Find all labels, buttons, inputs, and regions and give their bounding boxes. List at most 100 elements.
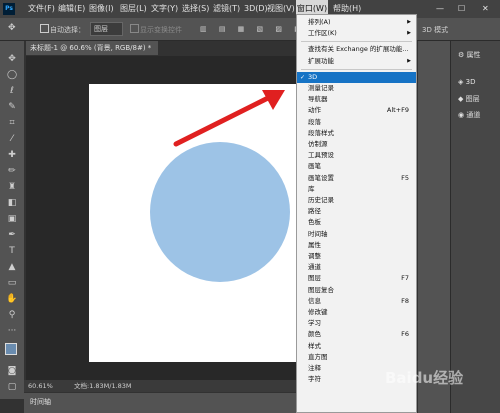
menu-image[interactable]: 图像(I) [89,0,114,18]
window-menu-dropdown: 排列(A) ▶ 工作区(K) ▶ 查找有关 Exchange 的扩展功能... 扩展功能 ▶… [296,14,417,413]
auto-select-dropdown[interactable]: 图层 [90,22,123,36]
menu-type[interactable]: 文字(Y) [151,0,178,18]
menu-separator [301,41,412,43]
window-menu-item[interactable]: 调整 [297,251,416,262]
menu-item-label: 路径 [308,207,321,216]
transform-checkbox[interactable] [130,24,139,33]
window-menu-item[interactable]: 排列(A) ▶ [297,17,416,28]
quick-mask-icon[interactable]: ◙ [6,365,18,377]
type-icon[interactable]: T [6,245,18,257]
submenu-arrow-icon: ▶ [407,30,411,37]
marquee-icon[interactable]: ◯ [6,69,18,81]
menu-view[interactable]: 视图(V) [267,0,295,18]
zoom-icon[interactable]: ⚲ [6,309,18,321]
lasso-icon[interactable]: ℓ [6,85,18,97]
window-menu-item[interactable]: 仿制源 [297,139,416,150]
window-menu-item[interactable]: 工作区(K) ▶ [297,28,416,39]
menu-filter[interactable]: 滤镜(T) [213,0,240,18]
menu-item-label: 时间轴 [308,229,328,238]
more-tools-icon[interactable]: ··· [6,325,18,337]
menu-item-label: 属性 [308,240,321,249]
pen-icon[interactable]: ✒ [6,229,18,241]
document-tab[interactable]: 未标题-1 @ 60.6% (背景, RGB/8#) * [26,41,158,55]
timeline-tab[interactable]: 时间轴 [30,397,51,407]
window-menu-item[interactable]: 学习 [297,318,416,329]
hand-icon[interactable]: ✋ [6,293,18,305]
stamp-icon[interactable]: ♜ [6,181,18,193]
window-menu-item[interactable]: 动作 Alt+F9 [297,105,416,116]
window-menu-item[interactable]: 属性 [297,240,416,251]
properties-panel-button[interactable]: ⚙ 属性 [458,50,481,60]
screen-mode-icon[interactable]: ▢ [6,381,18,393]
menu-item-label: 导航器 [308,95,328,104]
menu-item-label: 图层 [308,274,321,283]
window-menu-item[interactable]: 扩展功能 ▶ [297,56,416,67]
channels-label: 通道 [466,111,481,119]
menu-item-label: 画笔 [308,162,321,171]
menu-item-label: 直方图 [308,352,328,361]
window-menu-item[interactable]: 样式 [297,341,416,352]
channels-panel-button[interactable]: ◉ 通道 [458,110,480,120]
eyedropper-icon[interactable]: ⁄ [6,133,18,145]
menu-3d[interactable]: 3D(D) [244,0,268,18]
menu-select[interactable]: 选择(S) [182,0,209,18]
window-menu-item[interactable]: 画笔设置 F5 [297,173,416,184]
menu-item-label: 字符 [308,375,321,384]
menu-item-label: 样式 [308,341,321,350]
move-tool-icon[interactable]: ✥ [8,23,16,33]
window-menu-item[interactable]: 颜色 F6 [297,329,416,340]
healing-icon[interactable]: ✚ [6,149,18,161]
close-icon[interactable]: ✕ [482,0,489,18]
3d-panel-button[interactable]: ◈ 3D [458,78,475,86]
move-icon[interactable]: ✥ [6,53,18,65]
watermark: Baidu经验 [385,369,464,387]
brush-icon[interactable]: ✏ [6,165,18,177]
menu-item-shortcut: F5 [401,173,409,182]
minimize-icon[interactable]: — [436,0,444,18]
mode3d-label[interactable]: 3D 模式 [422,25,448,35]
window-menu-item[interactable]: 信息 F8 [297,296,416,307]
menu-item-label: 色板 [308,218,321,227]
eraser-icon[interactable]: ◧ [6,197,18,209]
crop-icon[interactable]: ⌗ [6,117,18,129]
window-menu-item[interactable]: 工具预设 [297,150,416,161]
menu-item-label: 工作区(K) [308,29,337,38]
window-menu-item[interactable]: 导航器 [297,94,416,105]
window-menu-item[interactable]: 直方图 [297,352,416,363]
maximize-icon[interactable]: ☐ [458,0,465,18]
window-menu-item[interactable]: 修改键 [297,307,416,318]
window-menu-item[interactable]: 段落样式 [297,128,416,139]
window-menu-item[interactable]: 时间轴 [297,229,416,240]
menu-layer[interactable]: 图层(L) [120,0,147,18]
gradient-icon[interactable]: ▣ [6,213,18,225]
window-menu-item[interactable]: 历史记录 [297,195,416,206]
window-menu-item[interactable]: 图层复合 [297,285,416,296]
align-icons[interactable]: ▥ ▤ ▦ ▧ ▨ ▩ [200,25,306,33]
window-menu-item[interactable]: 测量记录 [297,83,416,94]
window-menu-item[interactable]: ✓ 3D [297,71,416,83]
window-menu-item[interactable]: 画笔 [297,161,416,172]
menu-item-label: 动作 [308,106,321,115]
window-menu-item[interactable]: 色板 [297,217,416,228]
window-menu-item[interactable]: 查找有关 Exchange 的扩展功能... [297,44,416,55]
layers-panel-button[interactable]: ◆ 图层 [458,94,480,104]
menu-edit[interactable]: 编辑(E) [58,0,85,18]
window-menu-item[interactable]: 图层 F7 [297,273,416,284]
menu-file[interactable]: 文件(F) [28,0,55,18]
foreground-color-swatch[interactable] [5,343,17,355]
window-menu-item[interactable]: 路径 [297,206,416,217]
path-select-icon[interactable]: ▲ [6,261,18,273]
doc-info: 文档:1.83M/1.83M [74,382,132,390]
auto-select-label: 自动选择： [50,26,85,34]
window-menu-item[interactable]: 库 [297,184,416,195]
window-menu-item[interactable]: 段落 [297,117,416,128]
shape-icon[interactable]: ▭ [6,277,18,289]
menu-item-label: 库 [308,184,315,193]
tools-panel: ✥ ◯ ℓ ✎ ⌗ ⁄ ✚ ✏ ♜ ◧ ▣ ✒ T ▲ ▭ ✋ ⚲ ··· ◙ … [0,41,24,399]
quick-select-icon[interactable]: ✎ [6,101,18,113]
auto-select-checkbox[interactable] [40,24,49,33]
zoom-level[interactable]: 60.61% [28,380,53,392]
window-menu-item[interactable]: 通道 [297,262,416,273]
status-bar: 60.61% 文档:1.83M/1.83M [24,380,300,392]
menu-item-label: 图层复合 [308,285,334,294]
